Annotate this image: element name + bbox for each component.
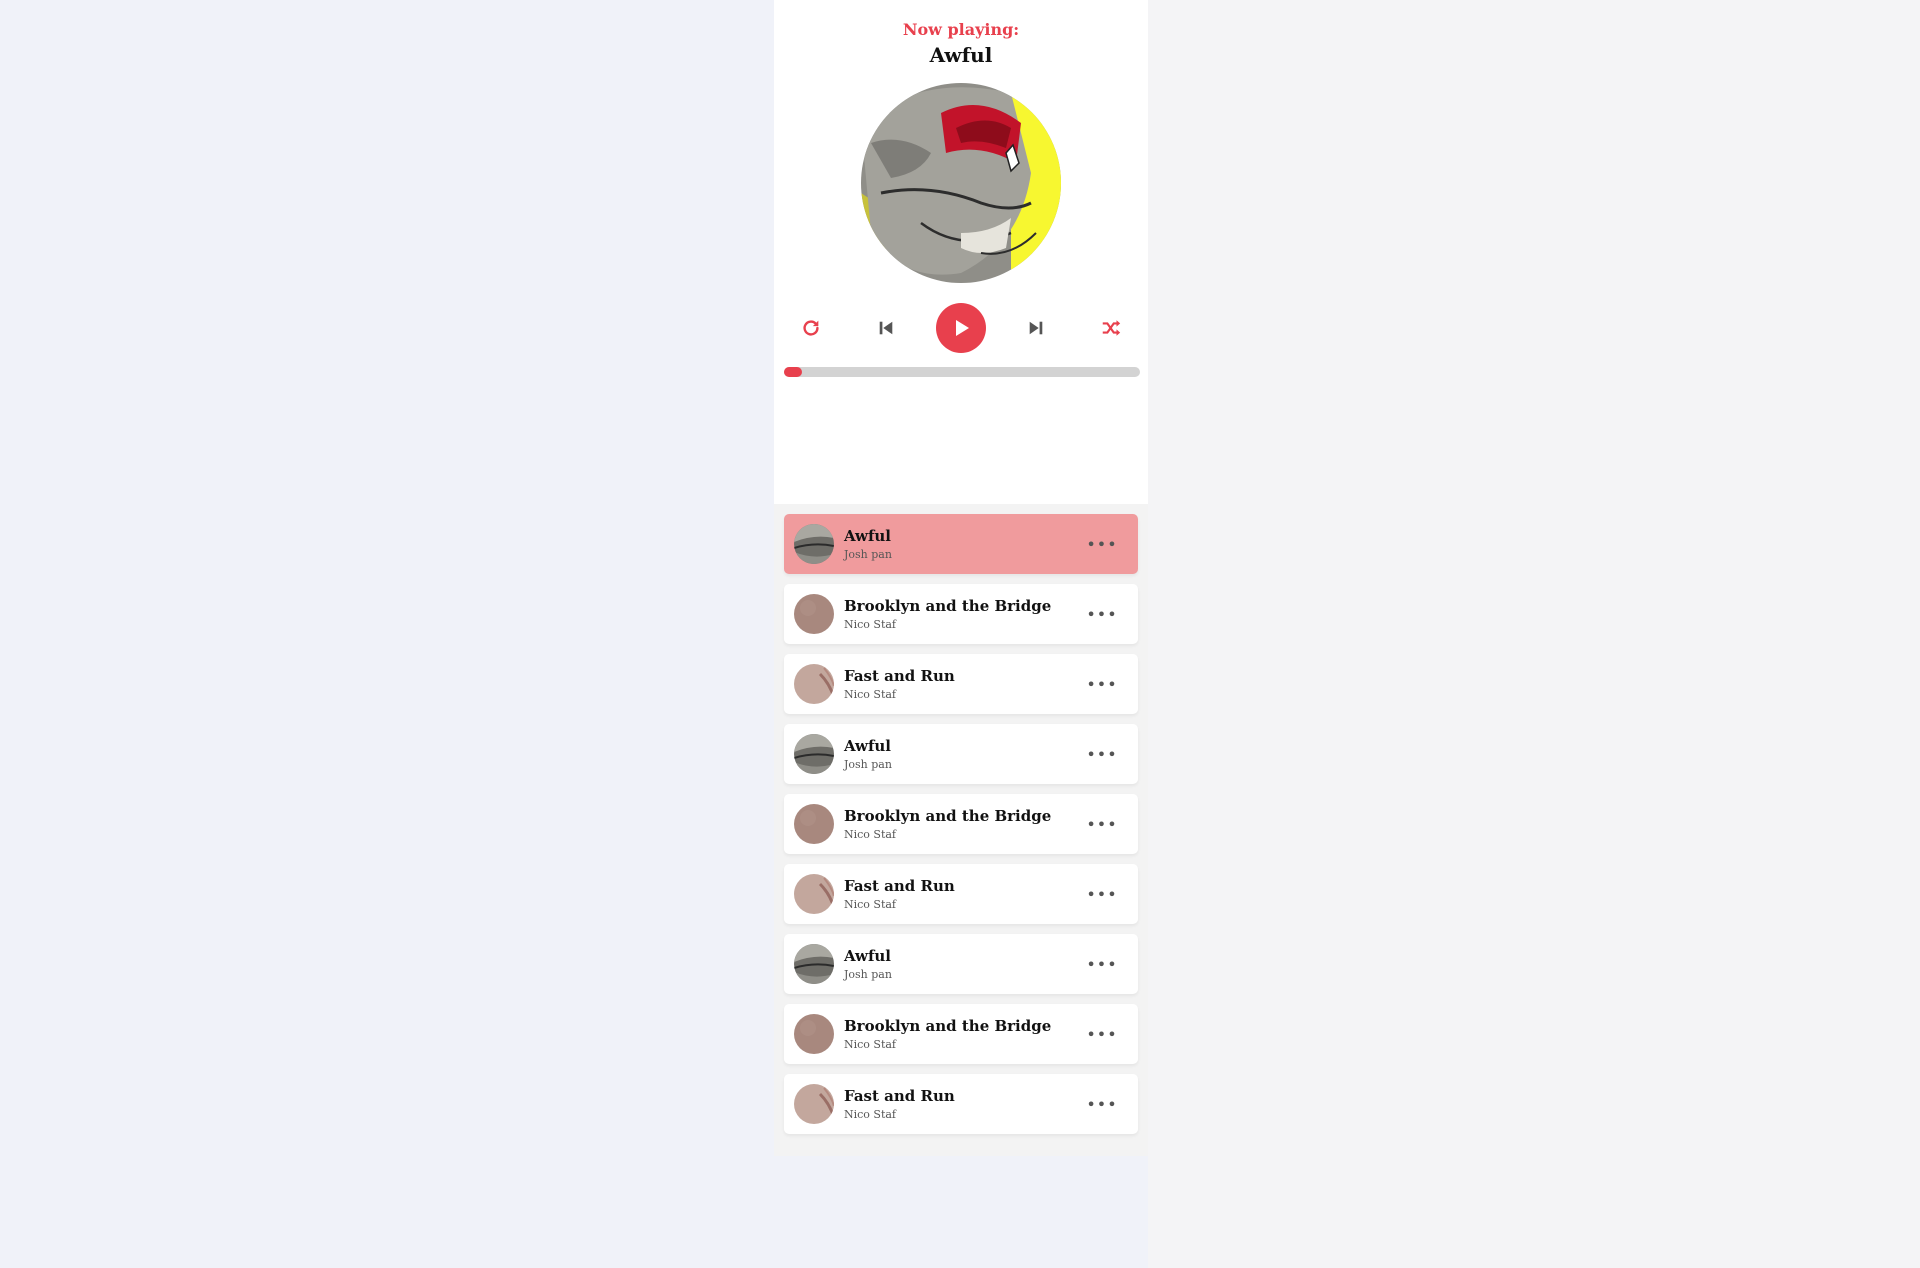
song-author: Nico Staf <box>844 618 897 631</box>
repeat-button[interactable] <box>786 303 836 353</box>
song-title: Awful <box>844 737 891 755</box>
playlist-song[interactable]: Fast and Run Nico Staf ••• <box>784 864 1138 924</box>
song-thumbnail <box>794 664 834 704</box>
music-player: Now playing: Awful Awful Josh pan ••• Br… <box>774 0 1148 1156</box>
more-options-icon[interactable]: ••• <box>1082 1084 1122 1124</box>
song-info: Brooklyn and the Bridge Nico Staf <box>844 597 1082 631</box>
play-button[interactable] <box>936 303 986 353</box>
play-icon <box>956 320 969 336</box>
more-options-icon[interactable]: ••• <box>1082 944 1122 984</box>
song-info: Fast and Run Nico Staf <box>844 667 1082 701</box>
song-author: Josh pan <box>844 968 892 981</box>
song-author: Nico Staf <box>844 1108 897 1121</box>
song-author: Nico Staf <box>844 898 897 911</box>
song-thumbnail <box>794 1014 834 1054</box>
song-info: Brooklyn and the Bridge Nico Staf <box>844 807 1082 841</box>
current-song-title: Awful <box>929 43 993 67</box>
song-author: Nico Staf <box>844 1038 897 1051</box>
more-options-icon[interactable]: ••• <box>1082 664 1122 704</box>
song-info: Fast and Run Nico Staf <box>844 1087 1082 1121</box>
skip-next-icon <box>1029 321 1043 335</box>
now-playing-label: Now playing: <box>902 20 1020 39</box>
song-info: Awful Josh pan <box>844 947 1082 981</box>
dashboard: Now playing: Awful <box>774 0 1148 504</box>
song-title: Brooklyn and the Bridge <box>844 807 1052 825</box>
header: Now playing: Awful <box>774 20 1148 67</box>
playlist-song[interactable]: Brooklyn and the Bridge Nico Staf ••• <box>784 794 1138 854</box>
background-panel <box>1148 0 1920 1268</box>
song-thumbnail <box>794 1084 834 1124</box>
song-info: Brooklyn and the Bridge Nico Staf <box>844 1017 1082 1051</box>
song-info: Awful Josh pan <box>844 737 1082 771</box>
playlist-song[interactable]: Brooklyn and the Bridge Nico Staf ••• <box>784 584 1138 644</box>
more-options-icon[interactable]: ••• <box>1082 734 1122 774</box>
playlist: Awful Josh pan ••• Brooklyn and the Bridge N… <box>774 504 1148 1156</box>
playlist-song[interactable]: Fast and Run Nico Staf ••• <box>784 654 1138 714</box>
album-art <box>861 83 1061 283</box>
more-options-icon[interactable]: ••• <box>1082 874 1122 914</box>
song-thumbnail <box>794 804 834 844</box>
playlist-song[interactable]: Awful Josh pan ••• <box>784 724 1138 784</box>
song-thumbnail <box>794 524 834 564</box>
more-options-icon[interactable]: ••• <box>1082 524 1122 564</box>
playlist-song[interactable]: Awful Josh pan ••• <box>784 934 1138 994</box>
song-title: Brooklyn and the Bridge <box>844 597 1052 615</box>
previous-button[interactable] <box>861 303 911 353</box>
song-author: Nico Staf <box>844 828 897 841</box>
song-author: Josh pan <box>844 548 892 561</box>
skip-previous-icon <box>879 321 893 335</box>
more-options-icon[interactable]: ••• <box>1082 1014 1122 1054</box>
more-options-icon[interactable]: ••• <box>1082 804 1122 844</box>
song-title: Awful <box>844 947 891 965</box>
player-controls <box>774 303 1148 353</box>
playlist-song[interactable]: Fast and Run Nico Staf ••• <box>784 1074 1138 1134</box>
song-title: Fast and Run <box>844 877 955 895</box>
song-author: Josh pan <box>844 758 892 771</box>
song-info: Fast and Run Nico Staf <box>844 877 1082 911</box>
song-title: Brooklyn and the Bridge <box>844 1017 1052 1035</box>
song-thumbnail <box>794 874 834 914</box>
song-thumbnail <box>794 594 834 634</box>
song-info: Awful Josh pan <box>844 527 1082 561</box>
song-title: Fast and Run <box>844 667 955 685</box>
song-title: Fast and Run <box>844 1087 955 1105</box>
song-thumbnail <box>794 944 834 984</box>
song-author: Nico Staf <box>844 688 897 701</box>
next-button[interactable] <box>1011 303 1061 353</box>
more-options-icon[interactable]: ••• <box>1082 594 1122 634</box>
playlist-song[interactable]: Brooklyn and the Bridge Nico Staf ••• <box>784 1004 1138 1064</box>
shuffle-icon <box>1102 320 1121 336</box>
shuffle-button[interactable] <box>1086 303 1136 353</box>
song-title: Awful <box>844 527 891 545</box>
playlist-song[interactable]: Awful Josh pan ••• <box>784 514 1138 574</box>
progress-fill <box>784 367 802 377</box>
song-thumbnail <box>794 734 834 774</box>
repeat-icon <box>803 320 819 336</box>
progress-bar[interactable] <box>784 367 1140 377</box>
